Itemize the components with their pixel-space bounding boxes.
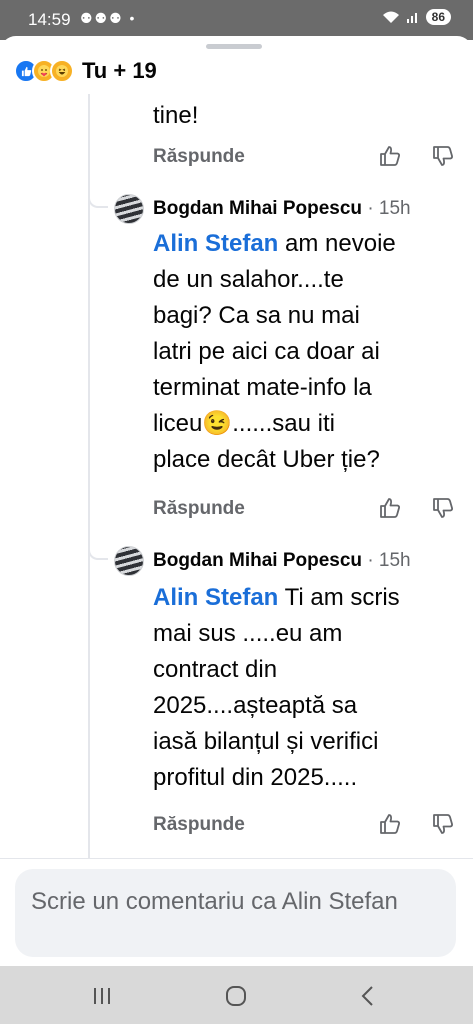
comment-line: de un salahor....te <box>153 266 344 293</box>
thumbs-up-icon[interactable] <box>378 812 402 836</box>
comment-line: contract din <box>153 656 278 683</box>
comment-text: Alin Stefan Ti am scris mai sus .....eu … <box>153 580 400 796</box>
thread-line <box>88 94 90 858</box>
avatar[interactable] <box>114 546 144 576</box>
comment-actions: Răspunde <box>153 142 458 172</box>
reply-button[interactable]: Răspunde <box>153 814 245 836</box>
comment-time: · 15h <box>367 550 411 571</box>
comment-composer-bar <box>0 858 473 967</box>
back-button[interactable] <box>338 978 398 1014</box>
recent-apps-button[interactable] <box>72 978 132 1014</box>
comment-text: tine! <box>153 102 199 129</box>
comment-line-text: Ti am scris <box>278 584 400 611</box>
reply-button[interactable]: Răspunde <box>153 498 245 520</box>
reply-button[interactable]: Răspunde <box>153 146 245 168</box>
comment-line: bagi? Ca sa nu mai <box>153 302 360 329</box>
comment-input[interactable] <box>29 883 433 953</box>
thumbs-up-icon[interactable] <box>378 496 402 520</box>
comment-line: profitul din 2025..... <box>153 764 358 791</box>
comment-line: terminat mate-info la <box>153 374 372 401</box>
thumbs-down-icon[interactable] <box>431 812 455 836</box>
comment-line: place decât Uber ție? <box>153 446 380 473</box>
mention-link[interactable]: Alin Stefan <box>153 230 278 257</box>
comment-author[interactable]: Bogdan Mihai Popescu · 15h <box>153 550 411 572</box>
comment-line: 2025....așteaptă sa <box>153 692 358 719</box>
avatar[interactable] <box>114 194 144 224</box>
thumbs-up-icon[interactable] <box>378 144 402 168</box>
thumbs-down-icon[interactable] <box>431 144 455 168</box>
comment-line: Alin Stefan am nevoie <box>153 226 396 262</box>
comment-actions: Răspunde <box>153 494 458 524</box>
thumbs-down-icon[interactable] <box>431 496 455 520</box>
comment-line-text: am nevoie <box>278 230 396 257</box>
mention-link[interactable]: Alin Stefan <box>153 584 278 611</box>
author-name[interactable]: Bogdan Mihai Popescu <box>153 198 362 219</box>
status-bar: 14:59 ⚉⚉⚉ • 86 <box>0 0 473 40</box>
status-right: 86 <box>382 9 451 25</box>
haha-icon <box>50 59 74 83</box>
comment-composer[interactable] <box>15 869 456 957</box>
notification-icons: ⚉⚉⚉ • <box>80 10 137 26</box>
comment-line: liceu😉......sau iti <box>153 410 335 437</box>
comment-text: Alin Stefan am nevoie de un salahor....t… <box>153 226 396 478</box>
reply-connector <box>88 192 108 208</box>
reply-connector <box>88 544 108 560</box>
comment-line: mai sus .....eu am <box>153 620 343 647</box>
status-time: 14:59 <box>28 10 71 29</box>
recent-apps-icon <box>94 988 110 1004</box>
comment-line: latri pe aici ca doar ai <box>153 338 380 365</box>
back-icon <box>361 986 373 1006</box>
comment-time: · 15h <box>367 198 411 219</box>
home-icon <box>226 986 246 1006</box>
comment-line: Alin Stefan Ti am scris <box>153 580 400 616</box>
comment-author[interactable]: Bogdan Mihai Popescu · 15h <box>153 198 411 220</box>
author-name[interactable]: Bogdan Mihai Popescu <box>153 550 362 571</box>
battery-indicator: 86 <box>425 9 451 25</box>
signal-icon <box>406 13 417 23</box>
wifi-icon <box>382 11 399 23</box>
system-nav-bar <box>0 966 473 1024</box>
reactions-count: Tu + 19 <box>82 58 157 83</box>
comment-actions: Răspunde <box>153 810 458 840</box>
sheet-drag-handle[interactable] <box>206 44 262 49</box>
home-button[interactable] <box>206 978 266 1014</box>
comments-sheet[interactable]: Tu + 19 tine! Răspunde Bogdan Mihai Pope… <box>0 36 473 966</box>
comment-line: iasă bilanțul și verifici <box>153 728 379 755</box>
reactions-summary[interactable]: Tu + 19 <box>14 58 157 84</box>
